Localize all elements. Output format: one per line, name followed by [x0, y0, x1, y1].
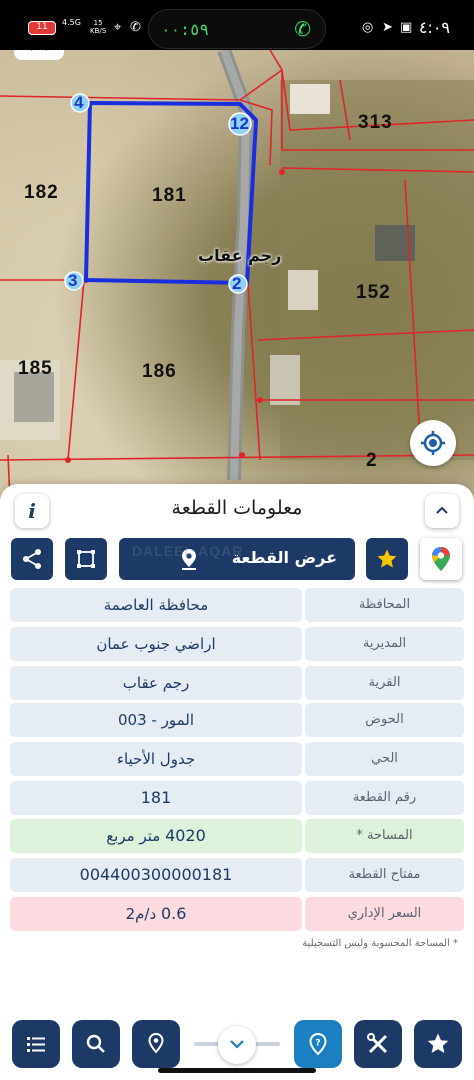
row-value: جدول الأحياء — [10, 742, 302, 776]
row-label: الحوض — [305, 703, 464, 737]
parcel-label: 185 — [18, 358, 53, 379]
network-speed: 15 KB/S — [90, 19, 106, 35]
network-indicator: 4.5G — [62, 18, 81, 27]
row-value: 0.6 د/م2 — [10, 897, 302, 931]
search-icon — [86, 1034, 105, 1053]
svg-text:?: ? — [315, 1039, 320, 1049]
chevron-up-icon — [436, 506, 448, 514]
map-view[interactable]: 313 182 181 152 185 186 2 4 12 3 2 رجم ع… — [0, 0, 474, 500]
drawer-toggle-button[interactable] — [218, 1026, 256, 1064]
my-location-pin-button[interactable] — [132, 1020, 180, 1068]
area-unit: متر مربع — [106, 827, 161, 845]
road-name-label: رجم عقاب — [198, 246, 282, 265]
parcel-label: 152 — [356, 282, 391, 303]
info-row-governorate: محافظة العاصمة المحافظة — [10, 588, 464, 622]
locate-icon — [421, 431, 445, 455]
draw-polygon-button[interactable] — [65, 538, 107, 580]
tools-button[interactable] — [354, 1020, 402, 1068]
favorites-button[interactable] — [414, 1020, 462, 1068]
row-value: 181 — [10, 781, 302, 815]
area-footnote: * المساحة المحسوبة وليس التسجيلية — [302, 938, 458, 949]
row-label: الحي — [305, 742, 464, 776]
corner-point-label: 2 — [232, 274, 242, 293]
corner-point-label: 12 — [230, 114, 249, 133]
row-label: القرية — [305, 666, 464, 700]
row-label: المساحة * — [305, 819, 464, 853]
list-icon — [27, 1037, 45, 1052]
share-button[interactable] — [11, 538, 53, 580]
home-indicator — [158, 1068, 316, 1073]
row-value: 4020 متر مربع — [10, 819, 302, 853]
panel-title: معلومات القطعة — [171, 497, 303, 519]
help-location-button[interactable]: ? — [294, 1020, 342, 1068]
parcel-label: 2 — [366, 450, 378, 471]
polygon-icon — [77, 550, 95, 568]
tools-icon — [367, 1033, 388, 1054]
price-number: 0.6 — [160, 904, 187, 923]
info-row-basin: المور - 003 الحوض — [10, 703, 464, 737]
ongoing-call-pill[interactable]: ٠٠:٥٩ ✆ — [148, 9, 326, 49]
row-value: 004400300000181 — [10, 858, 302, 892]
info-row-directorate: اراضي جنوب عمان المديرية — [10, 627, 464, 661]
info-row-area: 4020 متر مربع المساحة * — [10, 819, 464, 853]
parcel-label: 313 — [358, 112, 393, 133]
row-label: المحافظة — [305, 588, 464, 622]
collapse-button[interactable] — [425, 494, 459, 528]
status-bar: 11 4.5G 15 KB/S ⌖ ✆ ٠٠:٥٩ ✆ ◎ ➤ ▣ ٤:٠٩ — [0, 0, 474, 50]
pin-icon — [148, 1032, 164, 1054]
phone-status-icon: ✆ — [130, 20, 141, 35]
clock: ٤:٠٩ — [418, 18, 450, 37]
help-pin-icon: ? — [309, 1032, 327, 1056]
row-label: المديرية — [305, 627, 464, 661]
row-label: السعر الإداري — [305, 897, 464, 931]
phone-icon: ✆ — [294, 17, 311, 41]
corner-point-label: 3 — [68, 271, 78, 290]
telegram-icon: ➤ — [382, 20, 393, 35]
call-timer: ٠٠:٥٩ — [161, 20, 210, 39]
list-button[interactable] — [12, 1020, 60, 1068]
row-value: اراضي جنوب عمان — [10, 627, 302, 661]
open-google-maps-button[interactable] — [420, 538, 462, 580]
screenshot-icon: ▣ — [400, 20, 413, 35]
info-row-neighborhood: جدول الأحياء الحي — [10, 742, 464, 776]
info-row-admin-price: 0.6 د/م2 السعر الإداري — [10, 897, 464, 931]
parcel-label: 181 — [152, 185, 187, 206]
google-maps-icon — [432, 547, 450, 571]
corner-point-label: 4 — [74, 93, 84, 112]
price-unit: د/م2 — [125, 905, 157, 923]
row-value: المور - 003 — [10, 703, 302, 737]
info-row-plot-number: 181 رقم القطعة — [10, 781, 464, 815]
parcel-label: 182 — [24, 182, 59, 203]
watermark-text: DALEEL AQAR — [132, 543, 244, 559]
share-icon — [23, 549, 41, 569]
speed-value: 15 — [93, 19, 103, 27]
row-value: محافظة العاصمة — [10, 588, 302, 622]
parcel-label: 186 — [142, 361, 177, 382]
battery-indicator: 11 — [28, 21, 56, 35]
row-value: رجم عقاب — [10, 666, 302, 700]
row-label: رقم القطعة — [305, 781, 464, 815]
info-row-village: رجم عقاب القرية — [10, 666, 464, 700]
star-icon — [377, 549, 397, 568]
info-row-plot-key: 004400300000181 مفتاح القطعة — [10, 858, 464, 892]
row-label: مفتاح القطعة — [305, 858, 464, 892]
speed-unit: KB/S — [90, 27, 107, 35]
settings-status-icon: ◎ — [362, 20, 374, 35]
search-button[interactable] — [72, 1020, 120, 1068]
locate-button[interactable] — [410, 420, 456, 466]
favorite-button[interactable] — [366, 538, 408, 580]
location-status-icon: ⌖ — [114, 20, 122, 35]
chevron-down-icon — [230, 1040, 244, 1049]
area-number: 4020 — [165, 826, 206, 845]
info-button[interactable]: i — [15, 494, 49, 528]
star-outline-icon — [427, 1033, 449, 1053]
